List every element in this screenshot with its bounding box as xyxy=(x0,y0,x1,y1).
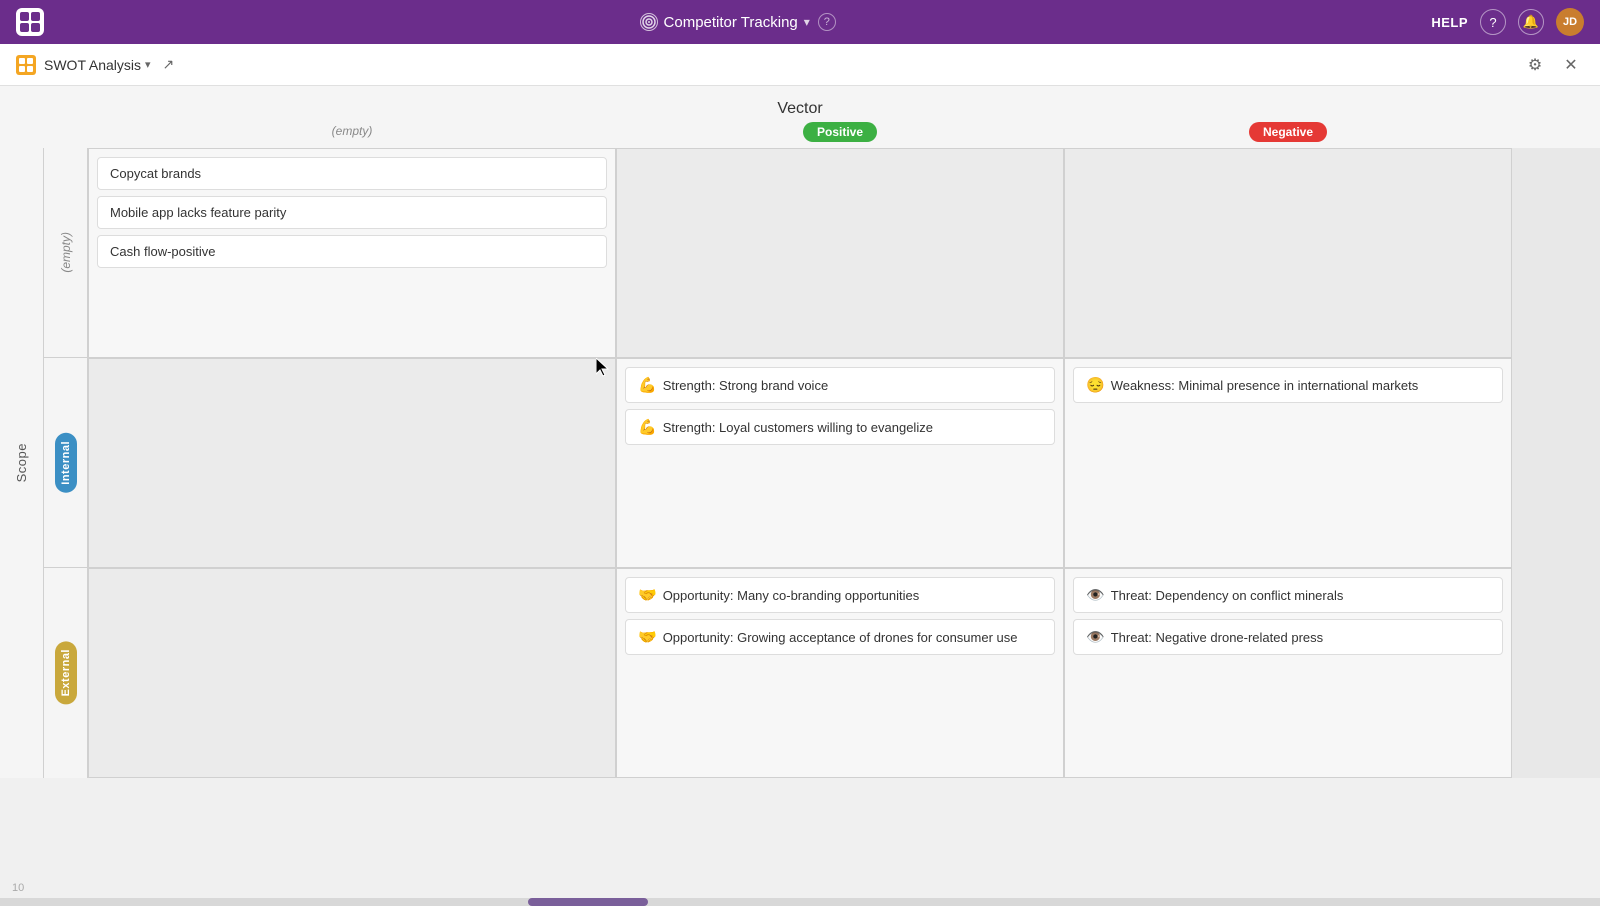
avatar[interactable]: JD xyxy=(1556,8,1584,36)
topbar-chevron[interactable]: ▾ xyxy=(804,15,810,29)
scope-label: Scope xyxy=(14,443,29,482)
card-strength-brand[interactable]: 💪 Strength: Strong brand voice xyxy=(625,367,1055,403)
main-grid-area: Vector (empty) Positive Negative Scope xyxy=(0,86,1600,906)
col-header-negative: Negative xyxy=(1064,122,1512,142)
card-opp-cobranding[interactable]: 🤝 Opportunity: Many co-branding opportun… xyxy=(625,577,1055,613)
topbar-title-text: Competitor Tracking xyxy=(664,14,798,31)
swot-icon-cell-4 xyxy=(27,66,33,72)
swot-title-chevron[interactable]: ▾ xyxy=(145,58,151,71)
scope-label-cell: Scope xyxy=(0,148,44,778)
competitor-tracking-icon xyxy=(640,13,658,31)
topbar-title: Competitor Tracking ▾ xyxy=(640,13,810,31)
secondbar-title: SWOT Analysis ▾ xyxy=(44,57,151,73)
info-symbol: ? xyxy=(824,16,830,28)
card-cash-flow[interactable]: Cash flow-positive xyxy=(97,235,607,268)
settings-button[interactable]: ⚙ xyxy=(1522,52,1548,78)
col-header-empty-spacer xyxy=(0,122,88,142)
card-mobile-app[interactable]: Mobile app lacks feature parity xyxy=(97,196,607,229)
strength-loyal-text: Strength: Loyal customers willing to eva… xyxy=(663,420,933,435)
vector-heading: Vector xyxy=(777,86,822,125)
negative-badge: Negative xyxy=(1249,122,1327,142)
strength-brand-emoji: 💪 xyxy=(638,376,657,394)
cell-row1-negative[interactable] xyxy=(1064,148,1512,358)
swot-icon-cell-2 xyxy=(27,58,33,64)
cell-internal-negative: 😔 Weakness: Minimal presence in internat… xyxy=(1064,358,1512,568)
swot-icon-cell-3 xyxy=(19,66,25,72)
opp-cobranding-emoji: 🤝 xyxy=(638,586,657,604)
avatar-initials: JD xyxy=(1563,16,1577,28)
secondbar-left: SWOT Analysis ▾ ↗ xyxy=(16,55,174,75)
weakness-intl-emoji: 😔 xyxy=(1086,376,1105,394)
swot-grid: Scope (empty) Copycat brands Mobile app … xyxy=(0,148,1600,778)
threat-press-text: Threat: Negative drone-related press xyxy=(1111,630,1323,645)
row1-empty-label-cell: (empty) xyxy=(44,148,88,358)
close-button[interactable]: ✕ xyxy=(1558,52,1584,78)
scrollbar-thumb[interactable] xyxy=(528,898,648,906)
topbar-right: HELP ? 🔔 JD xyxy=(1431,8,1584,36)
app-logo-icon xyxy=(19,11,41,33)
bell-icon[interactable]: 🔔 xyxy=(1518,9,1544,35)
strength-loyal-emoji: 💪 xyxy=(638,418,657,436)
col-headers-row: (empty) Positive Negative xyxy=(0,122,1600,148)
page-container: Competitor Tracking ▾ ? HELP ? 🔔 JD xyxy=(0,0,1600,906)
cell-external-empty[interactable] xyxy=(88,568,616,778)
internal-badge: Internal xyxy=(55,433,77,493)
app-logo xyxy=(16,8,44,36)
cell-internal-empty[interactable] xyxy=(88,358,616,568)
card-weakness-intl[interactable]: 😔 Weakness: Minimal presence in internat… xyxy=(1073,367,1503,403)
external-badge: External xyxy=(55,641,77,704)
threat-press-emoji: 👁️ xyxy=(1086,628,1105,646)
vector-heading-row: Vector xyxy=(0,86,1600,122)
cell-internal-positive: 💪 Strength: Strong brand voice 💪 Strengt… xyxy=(616,358,1064,568)
swot-icon-cell-1 xyxy=(19,58,25,64)
card-cash-text: Cash flow-positive xyxy=(110,244,216,259)
external-link-icon[interactable]: ↗ xyxy=(163,56,175,73)
help-question-mark: ? xyxy=(1489,15,1496,30)
threat-conflict-text: Threat: Dependency on conflict minerals xyxy=(1111,588,1344,603)
gear-symbol: ⚙ xyxy=(1528,55,1542,75)
close-symbol: ✕ xyxy=(1564,55,1577,75)
cell-external-negative: 👁️ Threat: Dependency on conflict minera… xyxy=(1064,568,1512,778)
weakness-intl-text: Weakness: Minimal presence in internatio… xyxy=(1111,378,1419,393)
card-threat-press[interactable]: 👁️ Threat: Negative drone-related press xyxy=(1073,619,1503,655)
page-number: 10 xyxy=(12,882,24,894)
bell-symbol: 🔔 xyxy=(1523,14,1539,30)
help-label[interactable]: HELP xyxy=(1431,15,1468,30)
secondbar: SWOT Analysis ▾ ↗ ⚙ ✕ xyxy=(0,44,1600,86)
card-copycat-text: Copycat brands xyxy=(110,166,201,181)
secondbar-right: ⚙ ✕ xyxy=(1522,52,1584,78)
strength-brand-text: Strength: Strong brand voice xyxy=(663,378,829,393)
swot-analysis-icon xyxy=(16,55,36,75)
opp-drones-emoji: 🤝 xyxy=(638,628,657,646)
col-header-positive: Positive xyxy=(616,122,1064,142)
help-icon[interactable]: ? xyxy=(1480,9,1506,35)
scrollbar-track[interactable] xyxy=(0,898,1600,906)
card-mobile-text: Mobile app lacks feature parity xyxy=(110,205,286,220)
threat-conflict-emoji: 👁️ xyxy=(1086,586,1105,604)
positive-badge: Positive xyxy=(803,122,877,142)
topbar-center: Competitor Tracking ▾ ? xyxy=(640,13,836,31)
opp-drones-text: Opportunity: Growing acceptance of drone… xyxy=(663,630,1018,645)
opp-cobranding-text: Opportunity: Many co-branding opportunit… xyxy=(663,588,920,603)
topbar-left xyxy=(16,8,44,36)
card-strength-loyal[interactable]: 💪 Strength: Loyal customers willing to e… xyxy=(625,409,1055,445)
target-icon xyxy=(642,15,656,29)
cell-row1-positive[interactable] xyxy=(616,148,1064,358)
cell-empty-positive: Copycat brands Mobile app lacks feature … xyxy=(88,148,616,358)
cell-external-positive: 🤝 Opportunity: Many co-branding opportun… xyxy=(616,568,1064,778)
topbar: Competitor Tracking ▾ ? HELP ? 🔔 JD xyxy=(0,0,1600,44)
col-header-empty: (empty) xyxy=(88,122,616,142)
card-threat-conflict[interactable]: 👁️ Threat: Dependency on conflict minera… xyxy=(1073,577,1503,613)
card-copycat-brands[interactable]: Copycat brands xyxy=(97,157,607,190)
internal-label-cell: Internal xyxy=(44,358,88,568)
row1-empty-label: (empty) xyxy=(59,232,73,273)
card-opp-drones[interactable]: 🤝 Opportunity: Growing acceptance of dro… xyxy=(625,619,1055,655)
info-icon[interactable]: ? xyxy=(818,13,836,31)
swot-title-text: SWOT Analysis xyxy=(44,57,141,73)
external-label-cell: External xyxy=(44,568,88,778)
